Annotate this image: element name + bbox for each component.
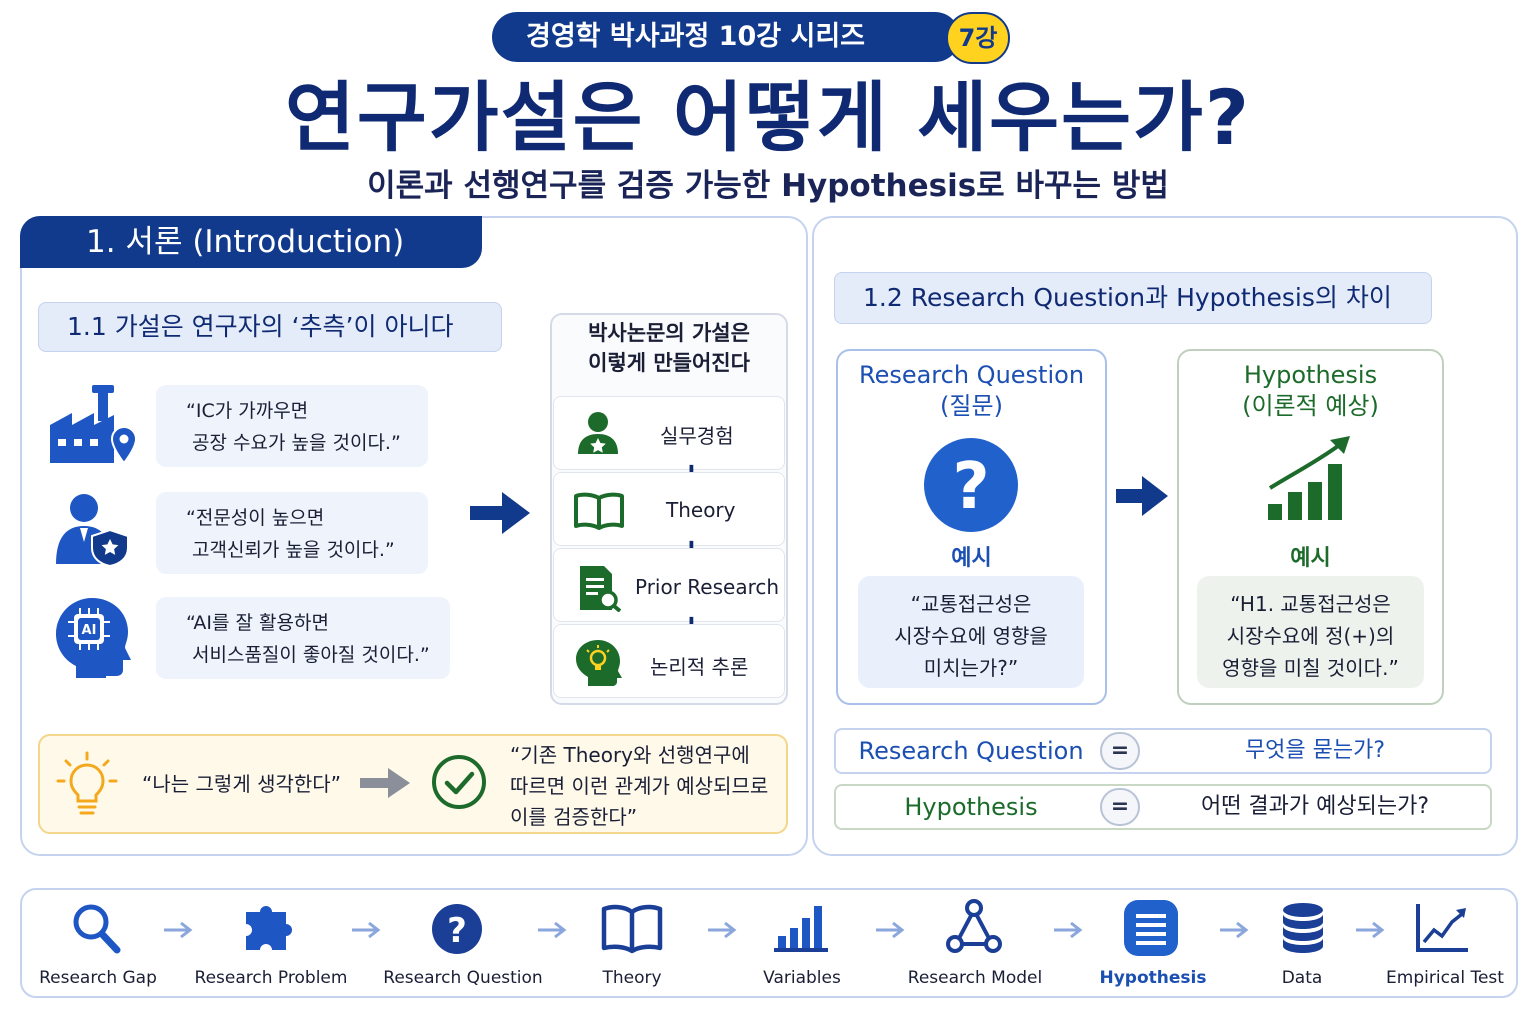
definition-row-research-question: Research Question = 무엇을 묻는가?: [834, 728, 1492, 774]
rq-example-box: “교통접근성은 시장수요에 영향을 미치는가?”: [858, 576, 1084, 688]
rq-example-line-3: 미치는가?”: [923, 656, 1019, 680]
network-icon: [946, 899, 1002, 953]
hyp-example-line-1: “H1. 교통접근성은: [1230, 592, 1391, 616]
hyp-example-box: “H1. 교통접근성은 시장수요에 정(+)의 영향을 미칠 것이다.”: [1197, 576, 1424, 688]
flow-arrow-icon: [164, 921, 193, 939]
recipe-label-reasoning: 논리적 추론: [650, 655, 749, 679]
svg-text:?: ?: [447, 911, 467, 951]
definition-row-hypothesis: Hypothesis = 어떤 결과가 예상되는가?: [834, 784, 1492, 830]
hyp-title-line-2: (이론적 예상): [1242, 392, 1379, 420]
page-title: 연구가설은 어떻게 세우는가?: [284, 73, 1252, 162]
compare-hypothesis-text: “기존 Theory와 선행연구에 따르면 이런 관계가 예상되므로 이를 검증…: [510, 740, 768, 833]
flow-arrow-icon: [876, 921, 905, 939]
puzzle-icon: [246, 906, 292, 950]
rq-title-line-1: Research Question: [858, 361, 1085, 389]
hypothesis-card-title: Hypothesis (이론적 예상): [1177, 360, 1444, 422]
flow-step-empirical-test: Empirical Test: [1386, 968, 1504, 988]
flow-arrow-icon: [538, 921, 567, 939]
flow-step-research-gap: Research Gap: [39, 968, 157, 988]
recipe-title: 박사논문의 가설은 이렇게 만들어진다: [552, 318, 786, 378]
rq-example-line-1: “교통접근성은: [910, 592, 1032, 616]
book-icon: [574, 492, 624, 530]
quote-card-1: “IC가 가까우면 공장 수요가 높을 것이다.”: [156, 385, 428, 467]
rq-example-label: 예시: [951, 546, 992, 571]
definition-description: 무엇을 묻는가?: [1244, 738, 1386, 763]
page-subtitle: 이론과 선행연구를 검증 가능한 Hypothesis로 바꾸는 방법: [367, 168, 1169, 204]
flow-step-data: Data: [1281, 968, 1323, 988]
head-idea-icon: [576, 640, 622, 686]
document-search-icon: [580, 566, 622, 612]
compare-right-line-3: 이를 검증한다”: [510, 805, 638, 829]
database-icon: [1283, 903, 1323, 953]
hyp-title-line-1: Hypothesis: [1243, 361, 1378, 389]
compare-opinion-text: “나는 그렇게 생각한다”: [142, 772, 342, 796]
compare-right-line-2: 따르면 이런 관계가 예상되므로: [510, 774, 769, 798]
subsection-1-1-header: 1.1 가설은 연구자의 ‘추측’이 아니다: [38, 302, 502, 352]
flow-step-theory: Theory: [602, 968, 662, 988]
question-mark-icon: ?: [924, 438, 1018, 532]
line-chart-icon: [1416, 904, 1468, 952]
equals-sign: =: [1100, 732, 1140, 770]
check-circle-icon: [432, 755, 486, 809]
flow-arrow-icon: [1356, 921, 1385, 939]
flow-step-research-problem: Research Problem: [194, 968, 348, 988]
factory-location-icon: [50, 385, 138, 465]
question-icon: ?: [432, 904, 482, 954]
flow-arrow-icon: [1054, 921, 1083, 939]
quote-3-line-1: “AI를 잘 활용하면: [186, 612, 329, 634]
magnifier-icon: [73, 904, 121, 954]
svg-text:?: ?: [952, 450, 989, 524]
flow-step-research-question: Research Question: [383, 968, 543, 988]
research-question-card-title: Research Question (질문): [836, 360, 1107, 422]
quote-card-3: “AI를 잘 활용하면 서비스품질이 좋아질 것이다.”: [156, 597, 450, 679]
section-tab: 1. 서론 (Introduction): [20, 216, 482, 268]
growth-chart-icon: [1268, 436, 1350, 520]
professional-shield-icon: [56, 494, 129, 566]
quote-card-2: “전문성이 높으면 고객신뢰가 높을 것이다.”: [156, 492, 428, 574]
book-icon: [601, 904, 663, 954]
recipe-label-experience: 실무경험: [660, 424, 734, 448]
flow-arrow-icon: [708, 921, 737, 939]
quote-1-line-1: “IC가 가까우면: [186, 400, 309, 422]
rq-title-line-2: (질문): [940, 392, 1003, 420]
quote-2-line-1: “전문성이 높으면: [186, 507, 325, 529]
hyp-example-line-3: 영향을 미칠 것이다.”: [1222, 656, 1399, 680]
recipe-label-prior-research: Prior Research: [635, 575, 780, 599]
subsection-1-2-header: 1.2 Research Question과 Hypothesis의 차이: [834, 272, 1432, 324]
definition-term: Hypothesis: [904, 793, 1038, 821]
arrow-right-gray-icon: [360, 768, 410, 798]
flow-step-variables: Variables: [763, 968, 841, 988]
compare-right-line-1: “기존 Theory와 선행연구에: [510, 743, 750, 767]
flow-arrow-icon: [1220, 921, 1249, 939]
lecture-badge: 7강: [946, 12, 1010, 64]
flow-step-research-model: Research Model: [907, 968, 1043, 988]
definition-description: 어떤 결과가 예상되는가?: [1200, 794, 1430, 819]
recipe-title-line-1: 박사논문의 가설은: [588, 321, 750, 345]
lightbulb-icon: [56, 751, 118, 815]
flow-step-hypothesis: Hypothesis: [1099, 968, 1207, 988]
bar-chart-icon: [774, 906, 828, 952]
definition-term: Research Question: [858, 737, 1084, 765]
hyp-example-label: 예시: [1290, 546, 1331, 571]
hyp-example-line-2: 시장수요에 정(+)의: [1226, 624, 1395, 648]
ai-head-icon: AI: [56, 598, 131, 678]
quote-3-line-2: 서비스품질이 좋아질 것이다.”: [192, 644, 430, 666]
quote-2-line-2: 고객신뢰가 높을 것이다.”: [192, 539, 395, 561]
rq-example-line-2: 시장수요에 영향을: [894, 624, 1048, 648]
worker-star-icon: [578, 412, 618, 454]
arrow-right-icon: [470, 492, 530, 534]
flow-arrow-icon: [352, 921, 381, 939]
quote-1-line-2: 공장 수요가 높을 것이다.”: [192, 432, 401, 454]
recipe-label-theory: Theory: [666, 498, 736, 522]
series-pill: 경영학 박사과정 10강 시리즈: [492, 12, 960, 62]
arrow-right-icon-2: [1116, 476, 1168, 516]
svg-text:AI: AI: [82, 623, 97, 638]
recipe-title-line-2: 이렇게 만들어진다: [588, 351, 750, 375]
equals-sign: =: [1100, 788, 1140, 826]
list-document-icon: [1124, 900, 1178, 956]
